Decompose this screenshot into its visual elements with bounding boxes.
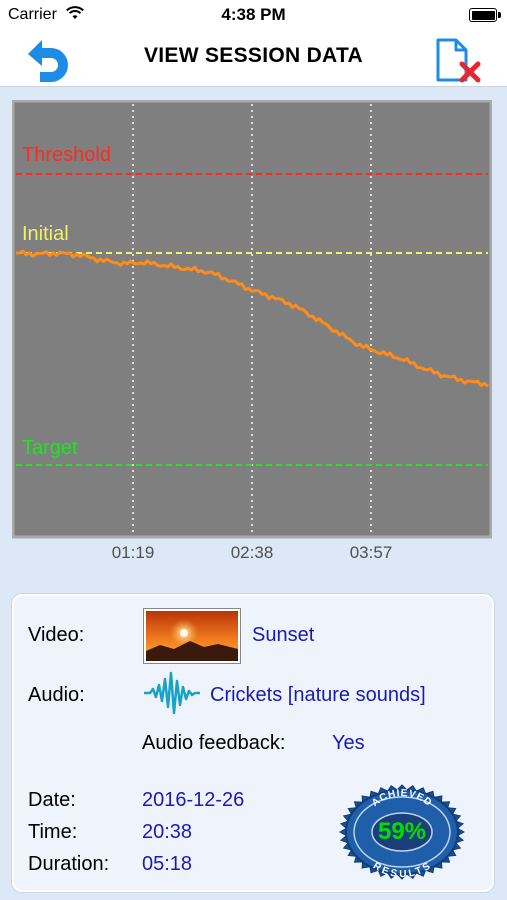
navigation-bar: VIEW SESSION DATA — [0, 30, 507, 87]
sound-wave-icon — [142, 670, 202, 721]
x-tick-label: 01:19 — [111, 543, 155, 562]
date-label: Date: — [28, 789, 76, 811]
battery-icon — [469, 8, 501, 22]
video-label: Video: — [28, 624, 85, 646]
duration-label: Duration: — [28, 853, 110, 875]
threshold-label: Threshold — [22, 144, 111, 166]
status-time: 4:38 PM — [221, 5, 286, 24]
video-value: Sunset — [252, 624, 315, 646]
x-tick-label: 02:38 — [230, 543, 274, 562]
time-value: 20:38 — [142, 821, 193, 843]
session-info-card: Video: Sunset Audio: Crickets [nature so… — [12, 594, 494, 892]
delete-document-icon — [436, 38, 481, 83]
time-label: Time: — [28, 821, 78, 843]
target-label: Target — [22, 437, 78, 459]
page-title: VIEW SESSION DATA — [143, 44, 363, 67]
x-tick-label: 03:57 — [349, 543, 393, 562]
audio-feedback-label: Audio feedback: — [142, 732, 286, 754]
sunset-image-icon — [146, 611, 238, 661]
session-chart: Threshold Initial Target 01:19 02:38 03:… — [12, 100, 492, 562]
delete-session-button[interactable] — [432, 34, 488, 86]
duration-value: 05:18 — [142, 853, 193, 875]
video-thumbnail[interactable] — [144, 609, 240, 663]
initial-label: Initial — [22, 223, 69, 245]
audio-label: Audio: — [28, 684, 85, 706]
badge-value: 59% — [377, 818, 427, 845]
achievement-badge: ACHIEVED RESULTS 59% — [334, 782, 470, 882]
date-value: 2016-12-26 — [142, 789, 245, 811]
audio-value: Crickets [nature sounds] — [210, 684, 426, 706]
status-bar: Carrier 4:38 PM — [0, 0, 507, 30]
audio-feedback-value: Yes — [332, 732, 365, 754]
